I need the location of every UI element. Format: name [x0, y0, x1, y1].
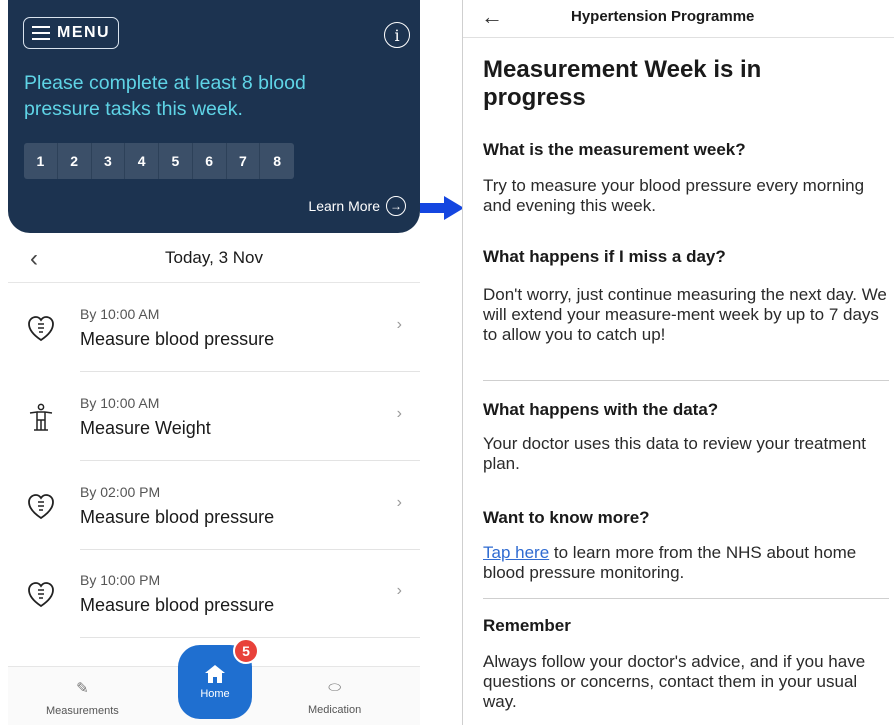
menu-label: MENU	[57, 24, 111, 41]
heart-icon	[28, 582, 54, 608]
section-title: What is the measurement week?	[483, 140, 746, 159]
tab-label: Home	[200, 688, 230, 700]
task-progress-cell: 6	[193, 143, 227, 179]
divider	[80, 460, 420, 461]
page-title: Hypertension Programme	[571, 8, 755, 25]
pill-icon: ⬭	[328, 679, 341, 696]
section-body: Always follow your doctor's advice, and …	[483, 652, 866, 711]
home-icon	[205, 665, 225, 683]
task-name: Measure blood pressure	[80, 595, 275, 615]
section-body: Try to measure your blood pressure every…	[483, 176, 865, 215]
task-row[interactable]: By 10:00 AM Measure Weight ›	[8, 373, 420, 461]
task-time: By 02:00 PM	[80, 484, 161, 500]
task-progress-cell: 2	[58, 143, 92, 179]
top-bar: ← Hypertension Programme	[463, 0, 894, 38]
home-screen: MENU i Please complete at least 8 blood …	[8, 0, 420, 725]
divider	[80, 371, 420, 372]
task-progress-cell: 1	[24, 143, 58, 179]
task-time: By 10:00 PM	[80, 572, 161, 588]
programme-info-screen: ← Hypertension Programme Measurement Wee…	[462, 0, 894, 725]
task-time: By 10:00 AM	[80, 395, 160, 411]
task-name: Measure blood pressure	[80, 507, 275, 527]
chevron-right-icon: ›	[396, 494, 402, 511]
learn-more-link[interactable]: Learn More →	[308, 196, 406, 216]
task-progress-cell: 3	[92, 143, 126, 179]
date-navigator: ‹ Today, 3 Nov	[8, 233, 420, 283]
task-row[interactable]: By 02:00 PM Measure blood pressure ›	[8, 462, 420, 550]
section-title: Remember	[483, 616, 571, 635]
goal-message: Please complete at least 8 blood pressur…	[24, 72, 306, 120]
chevron-right-icon: ›	[396, 405, 402, 422]
weekly-goal-banner: MENU i Please complete at least 8 blood …	[8, 0, 420, 233]
arrow-right-circle-icon: →	[386, 196, 406, 216]
chevron-right-icon: ›	[396, 582, 402, 599]
tab-medication[interactable]: ⬭ Medication	[308, 679, 361, 716]
divider	[483, 380, 889, 381]
notification-badge: 5	[233, 638, 259, 664]
tab-measurements[interactable]: ✎ Measurements	[46, 679, 119, 717]
person-icon	[29, 403, 53, 431]
date-title: Today, 3 Nov	[165, 247, 263, 267]
task-time: By 10:00 AM	[80, 306, 160, 322]
task-row[interactable]: By 10:00 AM Measure blood pressure ›	[8, 284, 420, 372]
divider	[483, 598, 889, 599]
task-progress-cell: 8	[273, 153, 282, 169]
heart-icon	[28, 316, 54, 342]
task-progress-strip: 1 2 3 4 5 6 7 8	[24, 143, 294, 179]
task-progress-cell: 7	[227, 143, 261, 179]
section-title: Want to know more?	[483, 508, 650, 527]
tab-label: Measurements	[46, 705, 119, 717]
arrow-right-icon	[420, 196, 464, 220]
chevron-left-icon[interactable]: ‹	[30, 245, 38, 273]
hamburger-icon	[32, 26, 50, 40]
task-row[interactable]: By 10:00 PM Measure blood pressure ›	[8, 550, 420, 638]
section-body: Tap here to learn more from the NHS abou…	[483, 543, 893, 583]
task-name: Measure blood pressure	[80, 329, 275, 349]
task-progress-cell: 4	[125, 143, 159, 179]
task-name: Measure Weight	[80, 418, 211, 438]
tab-label: Medication	[308, 704, 362, 716]
learn-more-label: Learn More	[308, 198, 380, 214]
section-body: Don't worry, just continue measuring the…	[483, 285, 887, 344]
notepad-icon: ✎	[76, 680, 89, 697]
menu-button[interactable]: MENU	[23, 17, 119, 49]
heart-icon	[28, 494, 54, 520]
section-title: What happens if I miss a day?	[483, 247, 726, 266]
nhs-link[interactable]: Tap here	[483, 543, 549, 562]
screen-heading: Measurement Week is in progress	[483, 56, 762, 111]
back-arrow-icon[interactable]: ←	[481, 4, 503, 30]
info-icon[interactable]: i	[384, 22, 410, 48]
task-progress-cell: 5	[159, 143, 193, 179]
chevron-right-icon: ›	[396, 316, 402, 333]
section-title: What happens with the data?	[483, 400, 719, 419]
section-body: Your doctor uses this data to review you…	[483, 434, 867, 473]
